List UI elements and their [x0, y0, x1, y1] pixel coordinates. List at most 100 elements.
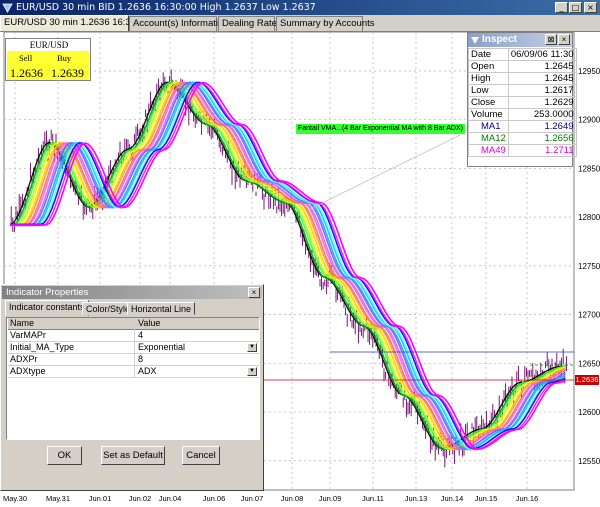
dialog-title-bar[interactable]: Indicator Properties × [2, 286, 262, 299]
inspect-label: Date [468, 48, 509, 61]
inspect-label: MA49 [468, 144, 509, 157]
property-value[interactable]: ADX [138, 366, 157, 377]
inspect-close-button[interactable]: × [558, 34, 570, 45]
x-tick-label: Jun.16 [516, 494, 539, 503]
annotation-text: Fantail VMA...(4 Bar Exponential MA with… [298, 125, 463, 132]
y-tick-label: 12800 [578, 213, 600, 222]
y-tick-label: 12600 [578, 408, 600, 417]
property-name: VarMAPr [10, 330, 46, 340]
current-price-label: 1.2636 [575, 375, 599, 385]
dialog-close-button[interactable]: × [248, 287, 260, 298]
sell-price[interactable]: 1.2636 [10, 66, 43, 81]
inspect-value: 1.2629 [507, 96, 577, 109]
quote-pair: EUR/USD [29, 40, 69, 50]
inspect-panel: Inspect ⊠ × Date 06/09/06 11:30 Open 1.2645… [467, 32, 577, 167]
indicator-annotation[interactable]: Fantail VMA...(4 Bar Exponential MA with… [296, 124, 465, 134]
y-tick-label: 12750 [578, 262, 600, 271]
title-bar: EUR/USD 30 min BID 1.2636 16:30:00 High … [0, 0, 600, 15]
inspect-value: 253.0000 [507, 108, 577, 121]
property-value[interactable]: 8 [138, 354, 143, 365]
inspect-label: Open [468, 60, 509, 73]
property-name: ADXtype [10, 366, 46, 376]
dialog-title: Indicator Properties [6, 287, 89, 298]
tab-summary-by-accounts[interactable]: Summary by Accounts [276, 16, 375, 31]
inspect-pin-button[interactable]: ⊠ [545, 34, 557, 45]
x-tick-label: Jun.01 [89, 494, 112, 503]
quote-panel[interactable]: Sell Buy 1.2636 1.2639 [7, 51, 89, 80]
set-as-default-button[interactable]: Set as Default [101, 446, 165, 465]
inspect-label: MA12 [468, 132, 509, 145]
x-tick-label: Jun.07 [241, 494, 264, 503]
name-column-header: Name [10, 318, 35, 328]
y-tick-label: 12550 [578, 457, 600, 466]
minimize-button[interactable]: _ [555, 2, 568, 13]
grid-divider [134, 318, 135, 378]
inspect-title: Inspect [482, 34, 518, 45]
sell-label: Sell [19, 53, 33, 63]
inspect-row: Open 1.2645 [468, 60, 577, 73]
x-tick-label: Jun.04 [159, 494, 182, 503]
property-name: ADXPr [10, 354, 38, 364]
inspect-label: Volume [468, 108, 509, 121]
inspect-value: 1.2645 [507, 60, 577, 73]
buy-price[interactable]: 1.2639 [51, 66, 84, 81]
inspect-table: Date 06/09/06 11:30 Open 1.2645 High 1.2645 Lo… [468, 48, 577, 157]
inspect-value: 1.2617 [507, 84, 577, 97]
chevron-down-icon[interactable]: ▼ [247, 367, 257, 376]
y-tick-label: 12650 [578, 359, 600, 368]
inspect-label: Low [468, 84, 509, 97]
x-tick-label: Jun.02 [129, 494, 152, 503]
inspect-value: 1.2649 [507, 120, 577, 133]
tab-account-information[interactable]: Account(s) Information [129, 16, 229, 31]
tab-chart[interactable]: EUR/USD 30 min 1.2636 16:30:00 [0, 15, 149, 31]
property-value[interactable]: Exponential [138, 342, 185, 353]
inspect-label: MA1 [468, 120, 509, 133]
inspect-row: MA12 1.2656 [468, 132, 577, 145]
y-tick-label: 12950 [578, 67, 600, 76]
chevron-down-icon[interactable]: ▼ [247, 343, 257, 352]
inspect-icon [471, 37, 479, 44]
inspect-value: 1.2645 [507, 72, 577, 85]
window-title: EUR/USD 30 min BID 1.2636 16:30:00 High … [16, 2, 316, 13]
value-column-header: Value [138, 318, 161, 328]
tab-bar: EUR/USD 30 min 1.2636 16:30:00 Account(s… [0, 15, 600, 32]
x-tick-label: May.31 [46, 494, 70, 503]
inspect-header: Inspect ⊠ × [468, 33, 572, 47]
tab-dealing-rates[interactable]: Dealing Rates [218, 16, 282, 31]
ok-button[interactable]: OK [47, 446, 82, 465]
inspect-row: MA1 1.2649 [468, 120, 577, 133]
property-value[interactable]: 4 [138, 330, 143, 341]
inspect-row: Date 06/09/06 11:30 [468, 48, 577, 61]
inspect-row: High 1.2645 [468, 72, 577, 85]
x-tick-label: Jun.09 [319, 494, 342, 503]
app-icon [2, 3, 13, 13]
close-button[interactable]: × [584, 2, 597, 13]
inspect-row: MA49 1.2711 [468, 144, 577, 157]
x-tick-label: Jun.13 [405, 494, 428, 503]
x-tick-label: Jun.11 [362, 494, 384, 503]
inspect-row: Low 1.2617 [468, 84, 577, 97]
x-tick-label: Jun.14 [441, 494, 464, 503]
maximize-button[interactable]: □ [569, 2, 582, 13]
x-tick-label: Jun.15 [475, 494, 498, 503]
inspect-row: Close 1.2629 [468, 96, 577, 109]
inspect-label: High [468, 72, 509, 85]
inspect-value: 06/09/06 11:30 [507, 48, 577, 61]
current-price-value: 1.2636 [575, 375, 599, 384]
buy-label: Buy [57, 53, 72, 63]
inspect-row: Volume 253.0000 [468, 108, 577, 121]
inspect-label: Close [468, 96, 509, 109]
property-name: Initial_MA_Type [10, 342, 75, 352]
inspect-value: 1.2656 [507, 132, 577, 145]
x-tick-label: Jun.06 [203, 494, 226, 503]
cancel-button[interactable]: Cancel [182, 446, 220, 465]
x-tick-label: Jun.08 [281, 494, 304, 503]
properties-grid: Name Value VarMAPr 4 Initial_MA_Type Expone… [6, 317, 260, 440]
y-tick-label: 12850 [578, 164, 600, 173]
inspect-value: 1.2711 [507, 144, 577, 157]
y-tick-label: 12900 [578, 116, 600, 125]
tab-indicator-constants[interactable]: Indicator constants [5, 300, 89, 316]
x-tick-label: May.30 [3, 494, 27, 503]
tab-horizontal-line[interactable]: Horizontal Line [127, 302, 196, 315]
quote-box: EUR/USD Sell Buy 1.2636 1.2639 [5, 38, 91, 81]
